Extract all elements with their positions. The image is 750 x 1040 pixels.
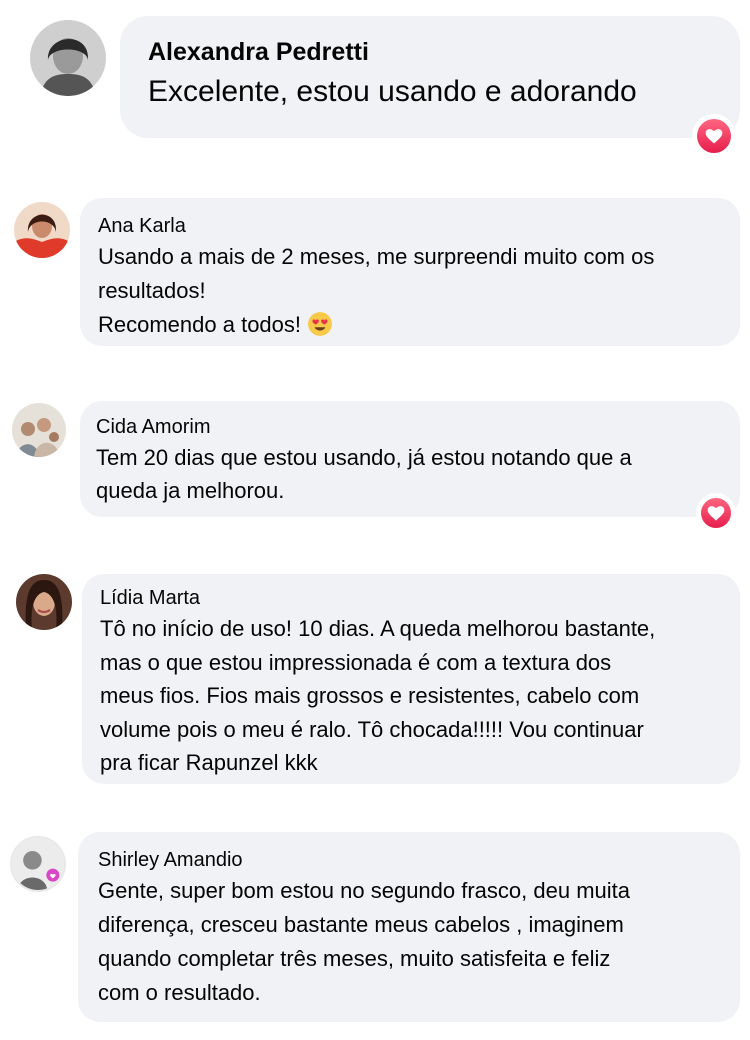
- comment-line: Tô no início de uso! 10 dias. A queda me…: [100, 616, 656, 641]
- avatar[interactable]: [12, 403, 66, 457]
- comment-line: mas o que estou impressionada é com a te…: [100, 649, 612, 675]
- comment-bubble: Lídia Marta Tô no início de uso! 10 dias…: [82, 574, 740, 784]
- comment-author[interactable]: Ana Karla: [98, 212, 740, 240]
- avatar[interactable]: [14, 202, 70, 258]
- comment-bubble: Alexandra Pedretti Excelente, estou usan…: [120, 16, 740, 138]
- comment-line: Usando a mais de 2 meses, me surpreendi …: [98, 244, 655, 269]
- heart-icon: [705, 129, 723, 144]
- comment-line: resultados!: [98, 278, 206, 303]
- comment-line: Excelente, estou usando e adorando: [148, 75, 637, 108]
- avatar[interactable]: [16, 574, 72, 630]
- comment-line-text: Recomendo a todos!: [98, 312, 302, 337]
- user-photo-icon: [12, 403, 66, 457]
- comment-line: pra ficar Rapunzel kkk: [100, 750, 318, 775]
- comment-line: com o resultado.: [98, 980, 261, 1005]
- avatar[interactable]: [10, 836, 66, 892]
- heart-icon: [707, 506, 725, 521]
- love-reaction[interactable]: [696, 493, 736, 533]
- comment-author[interactable]: Cida Amorim: [96, 413, 740, 441]
- love-reaction[interactable]: [692, 114, 736, 158]
- comment-text: Usando a mais de 2 meses, me surpreendi …: [98, 240, 740, 342]
- comment-bubble: Shirley Amandio Gente, super bom estou n…: [78, 832, 740, 1022]
- comment-line: diferença, cresceu bastante meus cabelos…: [98, 912, 624, 937]
- comment-line: Gente, super bom estou no segundo frasco…: [98, 878, 630, 903]
- user-photo-icon: [16, 574, 72, 630]
- comment-line: Recomendo a todos!: [98, 308, 740, 342]
- comment-author[interactable]: Shirley Amandio: [98, 846, 740, 874]
- comment-author[interactable]: Lídia Marta: [100, 584, 740, 612]
- comment-2: Ana Karla Usando a mais de 2 meses, me s…: [0, 180, 750, 350]
- comment-text: Excelente, estou usando e adorando: [148, 70, 740, 114]
- comment-text: Tem 20 dias que estou usando, já estou n…: [96, 441, 740, 507]
- comment-1: Alexandra Pedretti Excelente, estou usan…: [0, 0, 750, 160]
- user-photo-icon: [30, 20, 106, 96]
- user-photo-icon: [14, 202, 70, 258]
- comment-line: volume pois o meu é ralo. Tô chocada!!!!…: [100, 716, 644, 742]
- comment-text: Gente, super bom estou no segundo frasco…: [98, 874, 740, 1010]
- comment-bubble: Ana Karla Usando a mais de 2 meses, me s…: [80, 198, 740, 346]
- comment-line: quando completar três meses, muito satis…: [98, 946, 611, 971]
- avatar[interactable]: [30, 20, 106, 96]
- comment-text: Tô no início de uso! 10 dias. A queda me…: [100, 612, 740, 780]
- comment-line: queda ja melhorou.: [96, 478, 285, 503]
- user-photo-icon: [12, 838, 64, 890]
- heart-eyes-emoji-icon: [307, 311, 333, 337]
- comment-5: Shirley Amandio Gente, super bom estou n…: [0, 818, 750, 1028]
- comment-3: Cida Amorim Tem 20 dias que estou usando…: [0, 385, 750, 533]
- comment-bubble: Cida Amorim Tem 20 dias que estou usando…: [80, 401, 740, 517]
- comment-line: Tem 20 dias que estou usando, já estou n…: [96, 445, 632, 470]
- comment-line: meus fios. Fios mais grossos e resistent…: [100, 683, 640, 708]
- comment-author[interactable]: Alexandra Pedretti: [148, 34, 740, 70]
- comment-4: Lídia Marta Tô no início de uso! 10 dias…: [0, 560, 750, 800]
